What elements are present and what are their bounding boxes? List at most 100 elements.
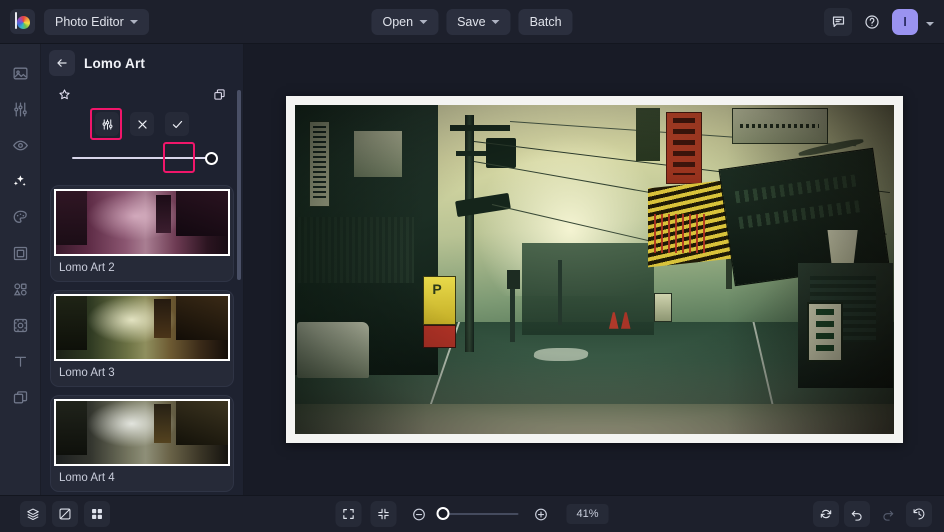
photo-frame: P [286, 96, 903, 443]
duplicate-button[interactable] [213, 88, 226, 106]
sliders-icon [12, 101, 29, 118]
sidebar-item-layers[interactable] [3, 380, 37, 414]
zoom-slider[interactable] [441, 513, 519, 516]
preset-thumbnail [54, 399, 230, 466]
star-icon [58, 88, 71, 101]
sidebar-item-touch-up[interactable] [3, 128, 37, 162]
overlay-icon [12, 317, 29, 334]
help-button[interactable] [858, 8, 886, 36]
collapse-icon [377, 507, 391, 521]
plus-circle-icon [533, 507, 548, 522]
edited-photo[interactable]: P [295, 105, 894, 434]
canvas-area[interactable]: P [244, 44, 944, 495]
logo-wrapper [0, 9, 44, 34]
redo-button[interactable] [875, 501, 901, 527]
preset-settings-button[interactable] [95, 112, 119, 136]
chevron-down-icon [419, 20, 427, 24]
history-controls [813, 501, 932, 527]
eye-icon [12, 137, 29, 154]
compare-icon [58, 507, 72, 521]
sidebar-item-overlays[interactable] [3, 308, 37, 342]
slider-handle[interactable] [205, 152, 218, 165]
tool-rail [0, 44, 41, 495]
preset-strength-slider[interactable] [72, 150, 218, 166]
compare-button[interactable] [52, 501, 78, 527]
grid-button[interactable] [84, 501, 110, 527]
layers-button[interactable] [20, 501, 46, 527]
preset-thumbnail [54, 294, 230, 361]
redo-icon [881, 507, 895, 521]
body-row: Lomo Art [0, 44, 944, 495]
zoom-in-button[interactable] [528, 501, 554, 527]
photo-edge-shade [295, 105, 894, 434]
thumb-wrap [51, 291, 233, 361]
top-bar: Photo Editor Open Save Batch [0, 0, 944, 44]
sidebar-item-text[interactable] [3, 344, 37, 378]
favorite-button[interactable] [58, 88, 71, 106]
effects-panel: Lomo Art [41, 44, 244, 495]
list-item-label: Lomo Art 3 [51, 361, 233, 386]
reset-button[interactable] [813, 501, 839, 527]
fit-screen-button[interactable] [336, 501, 362, 527]
arrow-left-icon [55, 56, 69, 70]
sidebar-item-edit[interactable] [3, 92, 37, 126]
zoom-controls: 41% [336, 501, 609, 527]
list-item[interactable]: Lomo Art 4 [50, 395, 234, 492]
account-menu-button[interactable] [924, 13, 936, 31]
list-item[interactable]: Lomo Art 3 [50, 290, 234, 387]
save-button[interactable]: Save [446, 9, 511, 35]
slider-track[interactable] [72, 157, 211, 160]
history-button[interactable] [906, 501, 932, 527]
sidebar-item-artsy[interactable] [3, 200, 37, 234]
sidebar-item-image[interactable] [3, 56, 37, 90]
sidebar-item-graphics[interactable] [3, 272, 37, 306]
frame-icon [12, 245, 29, 262]
top-right-actions: I [824, 8, 936, 36]
preset-cancel-button[interactable] [130, 112, 154, 136]
logo-stem [15, 12, 18, 29]
preset-apply-button[interactable] [165, 112, 189, 136]
card-action-row [50, 112, 234, 136]
bottom-left-tools [20, 501, 110, 527]
zoom-slider-handle[interactable] [437, 507, 450, 520]
color-wheel-icon [17, 16, 30, 29]
chevron-down-icon [130, 20, 138, 24]
actual-size-button[interactable] [371, 501, 397, 527]
panel-back-button[interactable] [49, 50, 75, 76]
history-icon [912, 507, 926, 521]
panel-scrollbar[interactable] [237, 90, 241, 280]
panel-header: Lomo Art [41, 44, 243, 82]
x-icon [136, 118, 149, 131]
feedback-button[interactable] [824, 8, 852, 36]
open-button[interactable]: Open [371, 9, 438, 35]
chat-icon [831, 14, 846, 29]
undo-button[interactable] [844, 501, 870, 527]
logo-mark [13, 12, 32, 31]
befunky-logo[interactable] [10, 9, 35, 34]
duplicate-icon [213, 88, 226, 101]
list-item[interactable]: Lomo Art 2 [50, 185, 234, 282]
chevron-down-icon [926, 22, 934, 26]
sidebar-item-effects[interactable] [3, 164, 37, 198]
text-t-icon [12, 353, 29, 370]
minus-circle-icon [411, 507, 426, 522]
sliders-icon [101, 118, 114, 131]
chevron-down-icon [492, 20, 500, 24]
zoom-out-button[interactable] [406, 501, 432, 527]
shapes-icon [12, 281, 29, 298]
batch-button[interactable]: Batch [519, 9, 573, 35]
panel-scroll-area[interactable]: Lomo Art 2 Lomo Art 3 [41, 82, 243, 495]
avatar-initial: I [903, 14, 907, 29]
zoom-level-display[interactable]: 41% [567, 504, 609, 524]
thumb-wrap [51, 396, 233, 466]
product-menu-button[interactable]: Photo Editor [44, 9, 149, 35]
sidebar-item-frames[interactable] [3, 236, 37, 270]
open-label: Open [382, 15, 413, 29]
layers-stack-icon [26, 507, 40, 521]
panel-title: Lomo Art [84, 56, 145, 71]
active-preset-card[interactable] [50, 82, 234, 175]
layers-icon [12, 389, 29, 406]
undo-icon [850, 507, 864, 521]
user-avatar[interactable]: I [892, 9, 918, 35]
list-item-label: Lomo Art 4 [51, 466, 233, 491]
